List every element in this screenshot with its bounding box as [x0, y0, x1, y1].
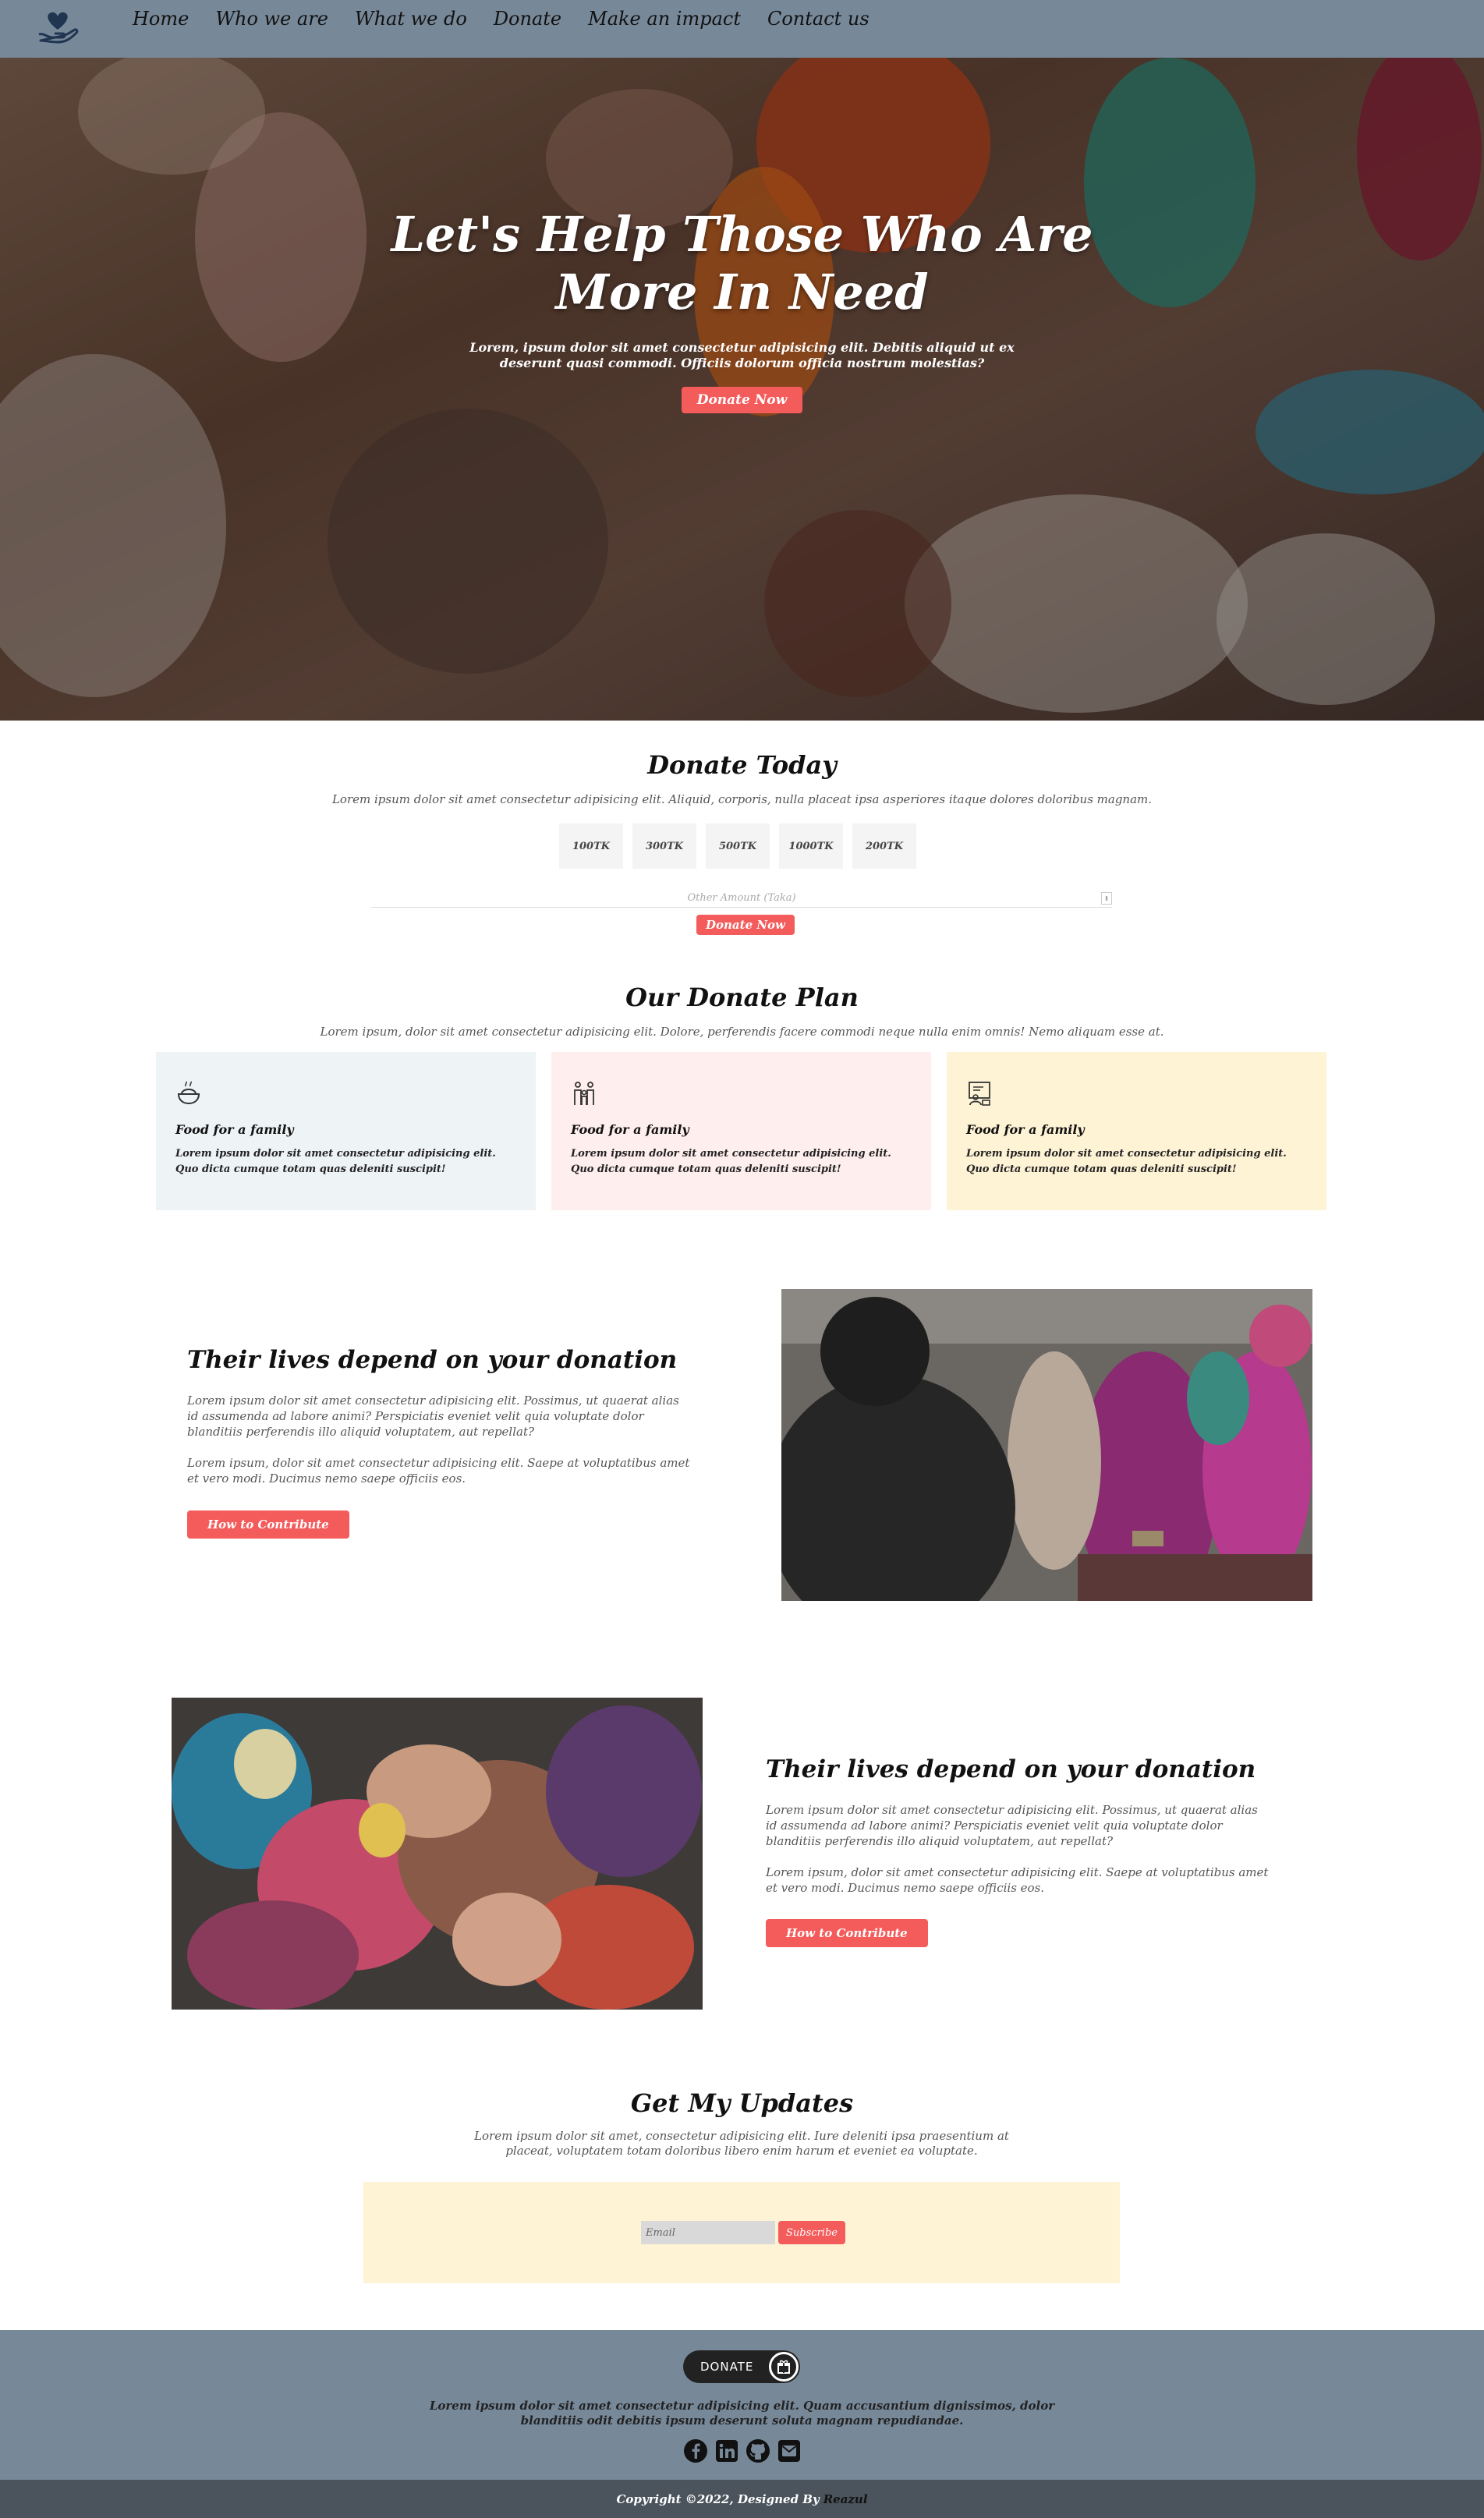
donate-today-title: Donate Today [647, 750, 837, 780]
nav-links: Home Who we are What we do Donate Make a… [133, 0, 896, 37]
top-navbar: Home Who we are What we do Donate Make a… [0, 0, 1484, 58]
feature-1-contribute-button[interactable]: How to Contribute [187, 1510, 349, 1539]
crowd-reaching-image [172, 1698, 703, 2010]
amount-option-100[interactable]: 100TK [559, 823, 623, 869]
hero-subtitle: Lorem, ipsum dolor sit amet consectetur … [469, 340, 1015, 370]
copyright-bar: Copyright ©2022, Designed By Reazul [0, 2480, 1484, 2518]
nav-donate[interactable]: Donate [494, 8, 561, 30]
footer-donate-button[interactable]: DONATE [683, 2350, 800, 2383]
amount-options: 100TK 300TK 500TK 1000TK 200TK [559, 823, 916, 869]
updates-title: Get My Updates [630, 2088, 854, 2118]
feature-1-paragraph-1: Lorem ipsum dolor sit amet consectetur a… [187, 1394, 679, 1439]
nav-make-an-impact[interactable]: Make an impact [588, 8, 741, 30]
facebook-icon[interactable] [683, 2438, 708, 2463]
feature-2-contribute-button[interactable]: How to Contribute [766, 1919, 928, 1947]
feature-1-paragraph-2: Lorem ipsum, dolor sit amet consectetur … [187, 1456, 690, 1486]
hero-section: Let's Help Those Who Are More In Need Lo… [0, 58, 1484, 721]
feature-2-photo [172, 1698, 703, 2010]
heart-hand-icon[interactable] [36, 8, 80, 47]
amount-option-300[interactable]: 300TK [632, 823, 696, 869]
plan-card-text: Lorem ipsum dolor sit amet consectetur a… [966, 1148, 1287, 1175]
feature-1-photo [781, 1289, 1312, 1601]
subscribe-button[interactable]: Subscribe [778, 2221, 845, 2244]
email-input[interactable]: Email [641, 2221, 775, 2244]
family-icon [574, 1082, 594, 1105]
nav-contact-us[interactable]: Contact us [767, 8, 870, 30]
updates-subtitle: Lorem ipsum dolor sit amet, consectetur … [474, 2129, 1009, 2158]
food-bowl-icon [177, 1081, 200, 1105]
social-links [683, 2438, 802, 2463]
gift-icon [769, 2352, 799, 2382]
copyright-text: Copyright ©2022, Designed By [616, 2491, 820, 2506]
other-amount-input[interactable]: Other Amount (Taka) ⇕ [371, 889, 1112, 908]
feature-2-paragraph-1: Lorem ipsum dolor sit amet consectetur a… [766, 1803, 1258, 1848]
donate-today-subtitle: Lorem ipsum dolor sit amet consectetur a… [331, 792, 1153, 806]
plan-card-title: Food for a family [571, 1122, 689, 1137]
other-amount-placeholder: Other Amount (Taka) [687, 892, 796, 904]
plan-card-title: Food for a family [966, 1122, 1085, 1137]
hero-content: Let's Help Those Who Are More In Need Lo… [0, 206, 1484, 413]
amount-option-500[interactable]: 500TK [706, 823, 770, 869]
plan-card-title: Food for a family [175, 1122, 294, 1137]
number-spinner-icon[interactable]: ⇕ [1101, 892, 1112, 905]
email-icon[interactable] [777, 2438, 802, 2463]
hero-donate-button[interactable]: Donate Now [681, 387, 803, 413]
footer: DONATE Lorem ipsum dolor sit amet consec… [0, 2330, 1484, 2480]
author-link[interactable]: Reazul [823, 2492, 868, 2506]
feature-2-paragraph-2: Lorem ipsum, dolor sit amet consectetur … [766, 1865, 1269, 1895]
plan-card-text: Lorem ipsum dolor sit amet consectetur a… [175, 1148, 496, 1175]
amount-option-1000[interactable]: 1000TK [779, 823, 843, 869]
teacher-board-icon [969, 1082, 990, 1106]
footer-donate-label: DONATE [700, 2360, 754, 2374]
github-icon[interactable] [746, 2438, 770, 2463]
nav-who-we-are[interactable]: Who we are [215, 8, 328, 30]
linkedin-icon[interactable] [714, 2438, 739, 2463]
feature-2-title: Their lives depend on your donation [766, 1755, 1256, 1783]
feature-1-title: Their lives depend on your donation [187, 1346, 678, 1374]
footer-description: Lorem ipsum dolor sit amet consectetur a… [429, 2399, 1055, 2428]
amount-option-200[interactable]: 200TK [852, 823, 916, 869]
plan-subtitle: Lorem ipsum, dolor sit amet consectetur … [320, 1025, 1164, 1039]
plan-card-food: Food for a family Lorem ipsum dolor sit … [156, 1052, 536, 1210]
plan-title: Our Donate Plan [625, 983, 859, 1012]
footer-text: Lorem ipsum dolor sit amet consectetur a… [0, 2399, 1484, 2428]
donation-distribution-image [781, 1289, 1312, 1601]
subscribe-box: Email Subscribe [363, 2182, 1120, 2283]
hero-title: Let's Help Those Who Are More In Need [391, 206, 1093, 321]
plan-card-text: Lorem ipsum dolor sit amet consectetur a… [571, 1148, 891, 1175]
nav-home[interactable]: Home [133, 8, 189, 30]
plan-cards: Food for a family Lorem ipsum dolor sit … [156, 1052, 1326, 1210]
donate-today-button[interactable]: Donate Now [696, 915, 795, 935]
plan-card-education: Food for a family Lorem ipsum dolor sit … [947, 1052, 1326, 1210]
email-placeholder: Email [646, 2226, 675, 2239]
plan-card-family: Food for a family Lorem ipsum dolor sit … [551, 1052, 931, 1210]
nav-what-we-do[interactable]: What we do [355, 8, 467, 30]
